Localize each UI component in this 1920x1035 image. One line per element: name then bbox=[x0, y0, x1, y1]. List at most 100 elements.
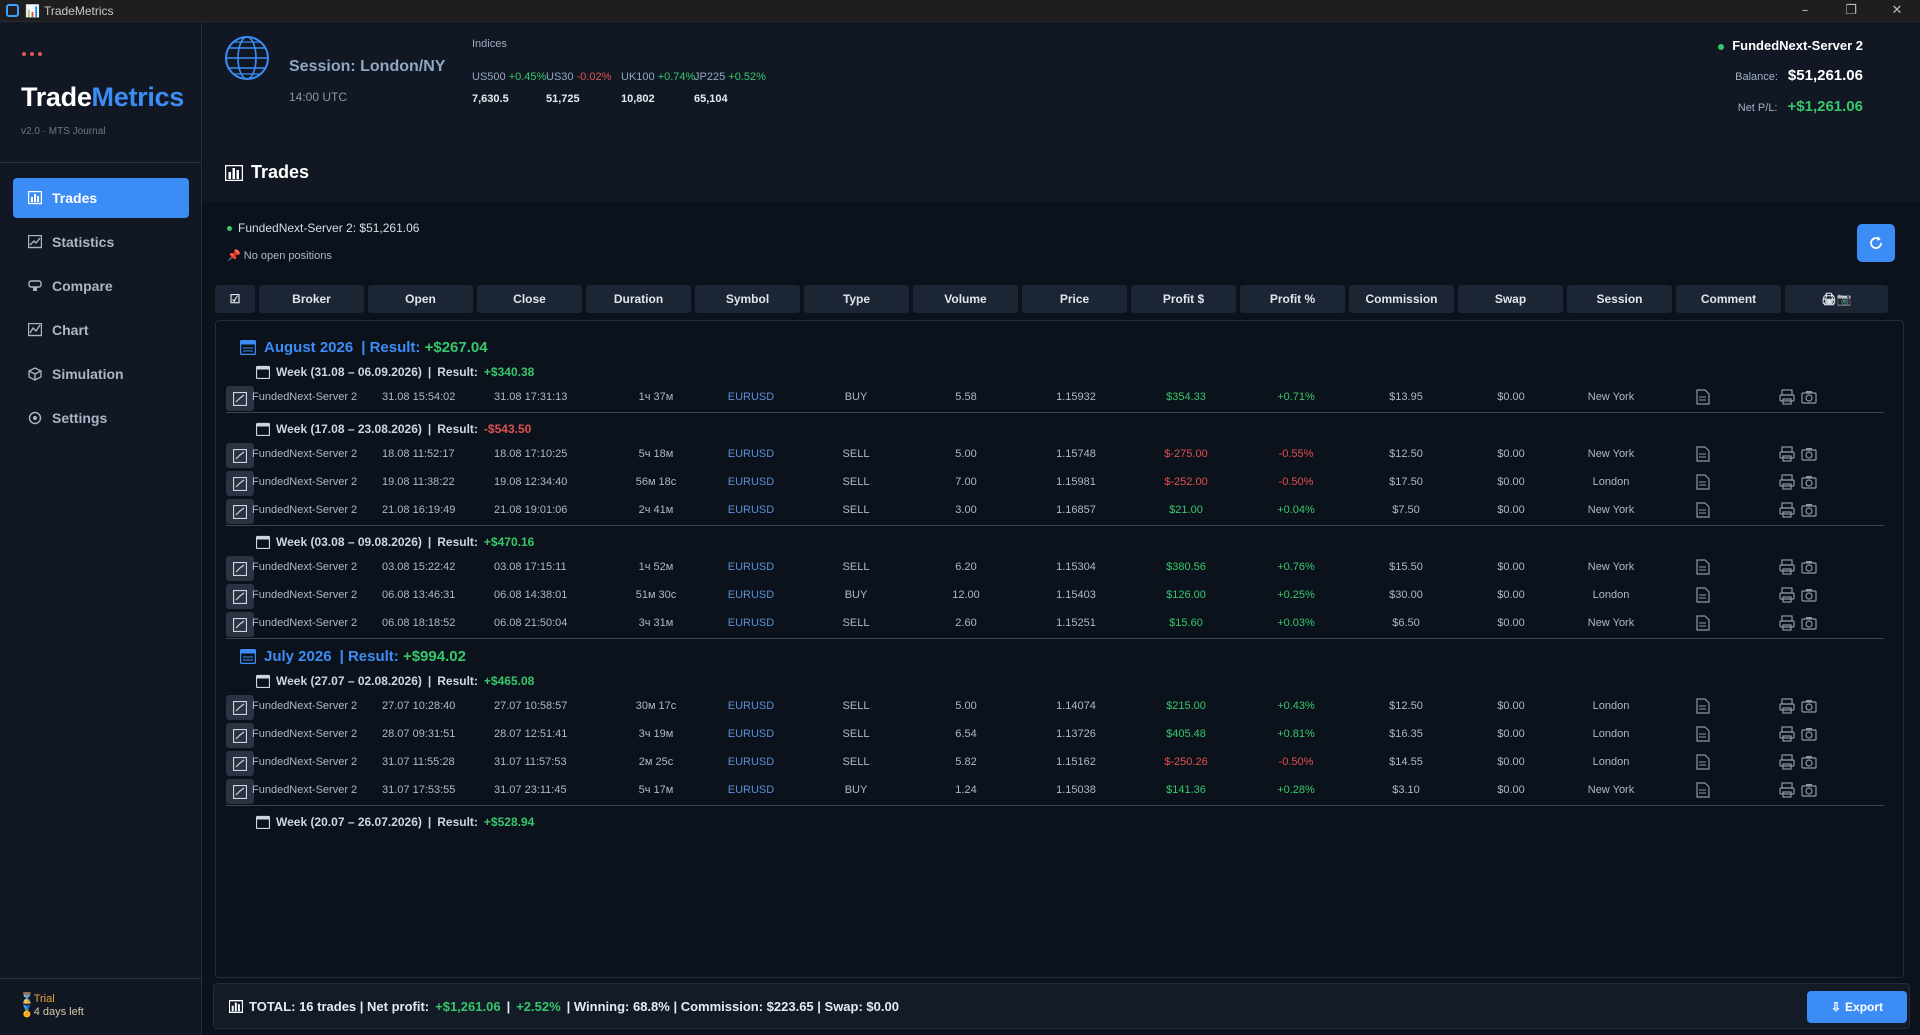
column-header-session[interactable]: Session bbox=[1567, 285, 1672, 313]
table-row[interactable]: FundedNext-Server 2 03.08 15:22:42 03.08 1… bbox=[216, 555, 1903, 581]
comment-note-icon[interactable] bbox=[1696, 502, 1710, 521]
cell-symbol[interactable]: EURUSD bbox=[706, 504, 796, 516]
camera-icon[interactable] bbox=[1801, 389, 1817, 408]
print-icon[interactable] bbox=[1779, 615, 1795, 634]
refresh-button[interactable] bbox=[1857, 224, 1895, 262]
trades-list[interactable]: August 2026 | Result: +$267.04 Week (31.08… bbox=[215, 320, 1904, 978]
comment-note-icon[interactable] bbox=[1696, 389, 1710, 408]
cell-symbol[interactable]: EURUSD bbox=[706, 448, 796, 460]
camera-icon[interactable] bbox=[1801, 474, 1817, 493]
comment-note-icon[interactable] bbox=[1696, 615, 1710, 634]
cell-symbol[interactable]: EURUSD bbox=[706, 476, 796, 488]
row-checkbox[interactable] bbox=[226, 443, 254, 468]
month-header[interactable]: July 2026 | Result: +$994.02 bbox=[240, 648, 466, 665]
comment-note-icon[interactable] bbox=[1696, 587, 1710, 606]
table-row[interactable]: FundedNext-Server 2 27.07 10:28:40 27.07 1… bbox=[216, 694, 1903, 720]
comment-note-icon[interactable] bbox=[1696, 726, 1710, 745]
row-checkbox[interactable] bbox=[226, 471, 254, 496]
comment-note-icon[interactable] bbox=[1696, 698, 1710, 717]
row-checkbox[interactable] bbox=[226, 386, 254, 411]
cell-symbol[interactable]: EURUSD bbox=[706, 784, 796, 796]
minimize-button[interactable]: – bbox=[1782, 0, 1828, 22]
sidebar-item-statistics[interactable]: Statistics bbox=[13, 222, 189, 262]
cell-symbol[interactable]: EURUSD bbox=[706, 391, 796, 403]
table-row[interactable]: FundedNext-Server 2 18.08 11:52:17 18.08 1… bbox=[216, 442, 1903, 468]
print-icon[interactable] bbox=[1779, 754, 1795, 773]
row-checkbox[interactable] bbox=[226, 612, 254, 637]
week-header[interactable]: Week (31.08 – 06.09.2026) | Result: +$340… bbox=[256, 365, 534, 379]
column-header-close[interactable]: Close bbox=[477, 285, 582, 313]
table-row[interactable]: FundedNext-Server 2 31.08 15:54:02 31.08 1… bbox=[216, 385, 1903, 411]
week-header[interactable]: Week (20.07 – 26.07.2026) | Result: +$528… bbox=[256, 815, 534, 829]
column-header-broker[interactable]: Broker bbox=[259, 285, 364, 313]
print-icon[interactable] bbox=[1779, 698, 1795, 717]
print-icon[interactable] bbox=[1779, 726, 1795, 745]
column-header-profit[interactable]: Profit % bbox=[1240, 285, 1345, 313]
close-button[interactable]: ✕ bbox=[1874, 0, 1920, 22]
week-header[interactable]: Week (27.07 – 02.08.2026) | Result: +$465… bbox=[256, 674, 534, 688]
column-header-open[interactable]: Open bbox=[368, 285, 473, 313]
print-icon[interactable] bbox=[1779, 389, 1795, 408]
restore-button[interactable]: ❐ bbox=[1828, 0, 1874, 22]
sidebar-item-simulation[interactable]: Simulation bbox=[13, 354, 189, 394]
cell-symbol[interactable]: EURUSD bbox=[706, 589, 796, 601]
cell-symbol[interactable]: EURUSD bbox=[706, 561, 796, 573]
print-icon[interactable] bbox=[1779, 446, 1795, 465]
print-icon[interactable] bbox=[1779, 587, 1795, 606]
table-row[interactable]: FundedNext-Server 2 06.08 18:18:52 06.08 2… bbox=[216, 611, 1903, 637]
camera-icon[interactable] bbox=[1801, 782, 1817, 801]
column-header-symbol[interactable]: Symbol bbox=[695, 285, 800, 313]
cell-symbol[interactable]: EURUSD bbox=[706, 700, 796, 712]
camera-icon[interactable] bbox=[1801, 726, 1817, 745]
cell-symbol[interactable]: EURUSD bbox=[706, 728, 796, 740]
month-header[interactable]: August 2026 | Result: +$267.04 bbox=[240, 339, 488, 356]
export-button[interactable]: ⇩ Export bbox=[1807, 991, 1907, 1023]
sidebar-item-settings[interactable]: Settings bbox=[13, 398, 189, 438]
row-checkbox[interactable] bbox=[226, 556, 254, 581]
print-icon[interactable] bbox=[1779, 782, 1795, 801]
column-header-swap[interactable]: Swap bbox=[1458, 285, 1563, 313]
camera-icon[interactable] bbox=[1801, 754, 1817, 773]
cell-symbol[interactable]: EURUSD bbox=[706, 617, 796, 629]
table-row[interactable]: FundedNext-Server 2 28.07 09:31:51 28.07 1… bbox=[216, 722, 1903, 748]
row-checkbox[interactable] bbox=[226, 723, 254, 748]
camera-icon[interactable] bbox=[1801, 615, 1817, 634]
camera-icon[interactable] bbox=[1801, 446, 1817, 465]
column-header-profit[interactable]: Profit $ bbox=[1131, 285, 1236, 313]
cell-symbol[interactable]: EURUSD bbox=[706, 756, 796, 768]
sidebar-item-chart[interactable]: Chart bbox=[13, 310, 189, 350]
column-header-type[interactable]: Type bbox=[804, 285, 909, 313]
sidebar-item-trades[interactable]: Trades bbox=[13, 178, 189, 218]
comment-note-icon[interactable] bbox=[1696, 474, 1710, 493]
print-icon[interactable] bbox=[1779, 474, 1795, 493]
print-icon[interactable] bbox=[1779, 502, 1795, 521]
comment-note-icon[interactable] bbox=[1696, 559, 1710, 578]
camera-icon[interactable] bbox=[1801, 502, 1817, 521]
column-header-duration[interactable]: Duration bbox=[586, 285, 691, 313]
row-checkbox[interactable] bbox=[226, 779, 254, 804]
column-header-price[interactable]: Price bbox=[1022, 285, 1127, 313]
row-checkbox[interactable] bbox=[226, 751, 254, 776]
row-checkbox[interactable] bbox=[226, 695, 254, 720]
row-checkbox[interactable] bbox=[226, 584, 254, 609]
table-row[interactable]: FundedNext-Server 2 31.07 11:55:28 31.07 1… bbox=[216, 750, 1903, 776]
table-row[interactable]: FundedNext-Server 2 31.07 17:53:55 31.07 2… bbox=[216, 778, 1903, 804]
row-checkbox[interactable] bbox=[226, 499, 254, 524]
comment-note-icon[interactable] bbox=[1696, 754, 1710, 773]
menu-dots-icon[interactable] bbox=[22, 52, 42, 56]
sidebar-item-compare[interactable]: Compare bbox=[13, 266, 189, 306]
camera-icon[interactable] bbox=[1801, 698, 1817, 717]
column-header-comment[interactable]: Comment bbox=[1676, 285, 1781, 313]
comment-note-icon[interactable] bbox=[1696, 782, 1710, 801]
camera-icon[interactable] bbox=[1801, 559, 1817, 578]
table-row[interactable]: FundedNext-Server 2 06.08 13:46:31 06.08 1… bbox=[216, 583, 1903, 609]
week-header[interactable]: Week (17.08 – 23.08.2026) | Result: -$543… bbox=[256, 422, 531, 436]
column-header-volume[interactable]: Volume bbox=[913, 285, 1018, 313]
table-row[interactable]: FundedNext-Server 2 19.08 11:38:22 19.08 1… bbox=[216, 470, 1903, 496]
print-icon[interactable] bbox=[1779, 559, 1795, 578]
select-all-checkbox[interactable]: ☑ bbox=[215, 285, 255, 313]
week-header[interactable]: Week (03.08 – 09.08.2026) | Result: +$470… bbox=[256, 535, 534, 549]
column-header-commission[interactable]: Commission bbox=[1349, 285, 1454, 313]
camera-icon[interactable] bbox=[1801, 587, 1817, 606]
comment-note-icon[interactable] bbox=[1696, 446, 1710, 465]
